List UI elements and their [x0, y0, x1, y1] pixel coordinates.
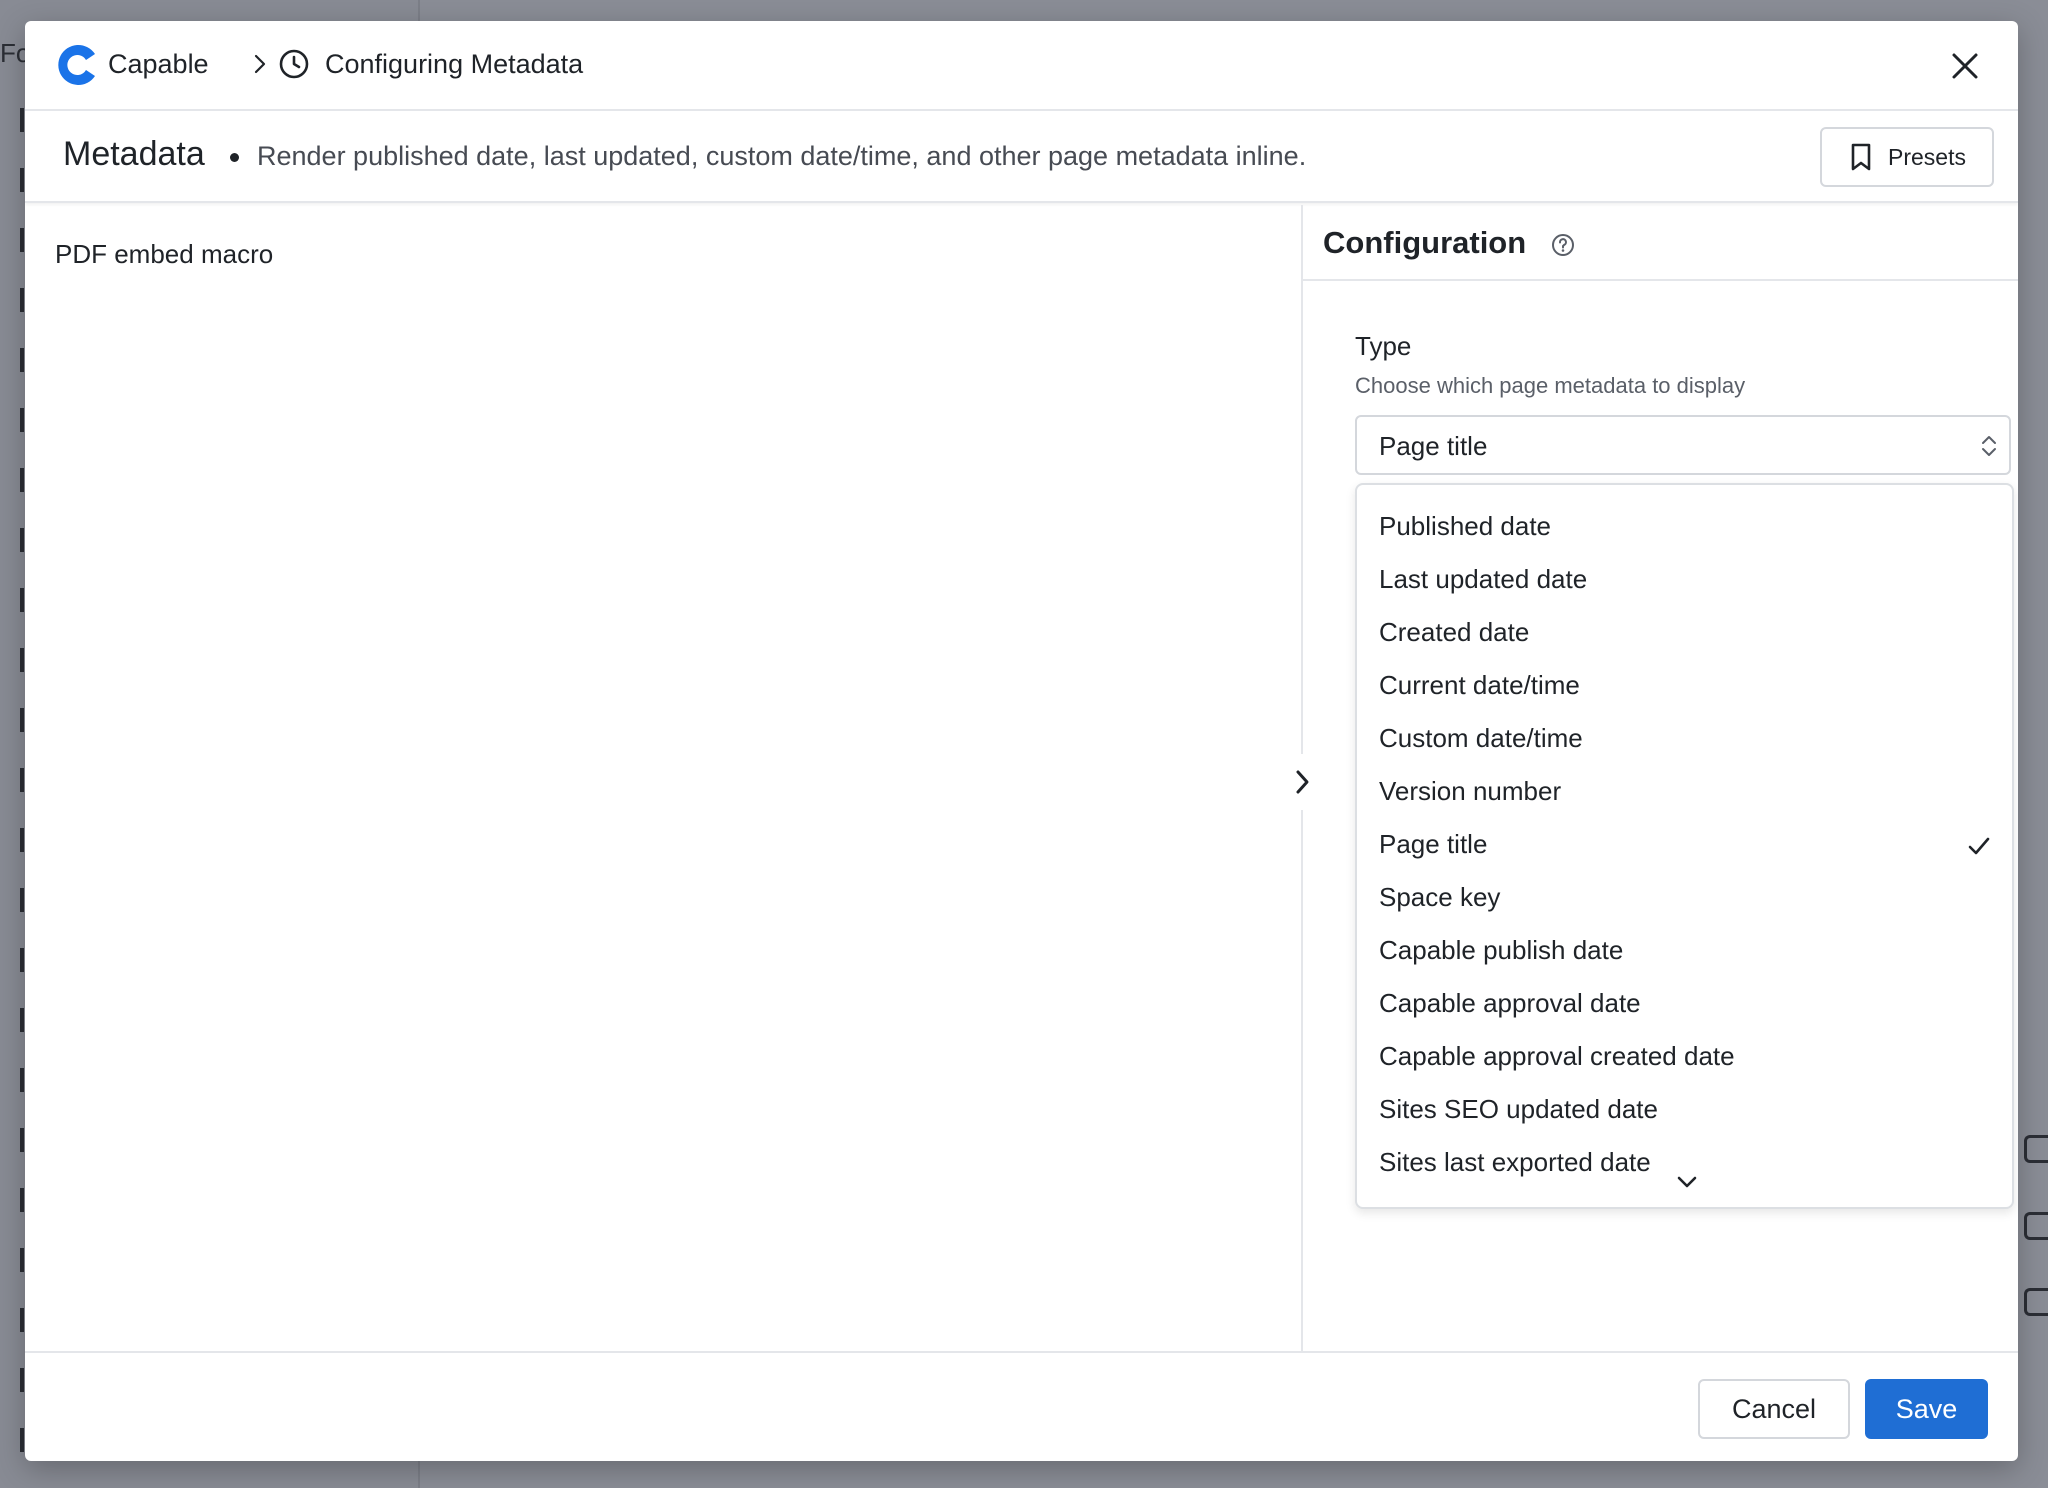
configuration-title: Configuration: [1323, 225, 1527, 260]
option-label: Current date/time: [1379, 670, 1580, 700]
presets-label: Presets: [1888, 143, 1966, 170]
background-marker: [20, 1068, 24, 1092]
background-right-toolbar: [2018, 0, 2048, 1488]
close-button[interactable]: [1942, 43, 1988, 89]
background-marker: [20, 408, 24, 432]
background-marker: [20, 468, 24, 492]
background-marker: [20, 348, 24, 372]
option-label: Version number: [1379, 776, 1562, 806]
cancel-button[interactable]: Cancel: [1698, 1379, 1850, 1439]
background-marker: [20, 1248, 24, 1272]
select-arrows-icon: [1982, 436, 1996, 456]
background-marker: [20, 588, 24, 612]
comment-icon: [2024, 1135, 2048, 1163]
option-page-title[interactable]: Page title: [1357, 819, 2012, 872]
option-label: Custom date/time: [1379, 723, 1583, 753]
background-marker: [20, 1428, 24, 1452]
breadcrumb-title: Configuring Metadata: [325, 49, 584, 79]
option-created-date[interactable]: Created date: [1357, 607, 2012, 660]
option-label: Sites SEO updated date: [1379, 1094, 1658, 1124]
chevron-right-icon: [254, 54, 266, 74]
type-field-label: Type: [1355, 331, 1412, 361]
configuration-panel: Configuration Type Choose which page met…: [1303, 205, 2018, 1351]
separator-dot: [230, 153, 239, 162]
background-marker: [20, 648, 24, 672]
type-options-dropdown: Published date Last updated date Created…: [1355, 483, 2014, 1209]
help-icon[interactable]: [1550, 232, 1576, 258]
chevron-down-icon[interactable]: [1675, 1173, 1699, 1191]
macro-config-dialog: Capable Configuring Metadata Metadata Re…: [25, 21, 2018, 1461]
background-marker: [20, 768, 24, 792]
option-space-key[interactable]: Space key: [1357, 872, 2012, 925]
option-label: Created date: [1379, 617, 1530, 647]
configuration-header: Configuration: [1303, 205, 2018, 281]
option-label: Published date: [1379, 511, 1552, 541]
dialog-footer: Cancel Save: [25, 1351, 2018, 1461]
option-version-number[interactable]: Version number: [1357, 766, 2012, 819]
option-published-date[interactable]: Published date: [1357, 501, 2012, 554]
close-icon: [1952, 53, 1978, 79]
app-name: Capable: [108, 49, 209, 79]
option-label: Last updated date: [1379, 564, 1588, 594]
background-marker: [20, 108, 24, 132]
type-field-help: Choose which page metadata to display: [1355, 373, 1746, 398]
background-marker: [20, 228, 24, 252]
dialog-topbar: Capable Configuring Metadata: [25, 21, 2018, 111]
background-marker: [20, 888, 24, 912]
option-current-date-time[interactable]: Current date/time: [1357, 660, 2012, 713]
option-label: Capable approval date: [1379, 988, 1641, 1018]
macro-header: Metadata Render published date, last upd…: [25, 111, 2018, 203]
square-icon: [2024, 1288, 2048, 1316]
preview-text: PDF embed macro: [55, 239, 274, 269]
background-marker: [20, 948, 24, 972]
background-marker: [20, 1188, 24, 1212]
save-button[interactable]: Save: [1865, 1379, 1988, 1439]
bookmark-icon: [1851, 143, 1871, 171]
option-last-updated-date[interactable]: Last updated date: [1357, 554, 2012, 607]
option-capable-publish-date[interactable]: Capable publish date: [1357, 925, 2012, 978]
background-marker: [20, 1008, 24, 1032]
background-marker: [20, 528, 24, 552]
info-icon: [2024, 1212, 2048, 1240]
check-icon: [1968, 837, 1990, 855]
option-capable-approval-date[interactable]: Capable approval date: [1357, 978, 2012, 1031]
background-marker: [20, 708, 24, 732]
background-marker: [20, 1308, 24, 1332]
option-label: Capable publish date: [1379, 935, 1624, 965]
background-marker: [20, 288, 24, 312]
background-marker: [20, 1128, 24, 1152]
type-select[interactable]: Page title: [1355, 415, 2011, 475]
option-label: Sites last exported date: [1379, 1147, 1651, 1177]
presets-button[interactable]: Presets: [1820, 127, 1994, 187]
option-capable-approval-created-date[interactable]: Capable approval created date: [1357, 1031, 2012, 1084]
type-select-value: Page title: [1379, 431, 1488, 461]
background-marker: [20, 168, 24, 192]
option-label: Page title: [1379, 829, 1488, 859]
option-label: Capable approval created date: [1379, 1041, 1735, 1071]
background-marker: [20, 828, 24, 852]
macro-title: Metadata: [63, 135, 205, 173]
option-sites-seo-updated-date[interactable]: Sites SEO updated date: [1357, 1084, 2012, 1137]
capable-logo-icon: [58, 44, 95, 85]
macro-preview-pane: PDF embed macro: [25, 205, 1301, 1351]
option-label: Space key: [1379, 882, 1501, 912]
clock-icon: [279, 49, 309, 79]
background-marker: [20, 1368, 24, 1392]
macro-description: Render published date, last updated, cus…: [257, 141, 1307, 171]
option-custom-date-time[interactable]: Custom date/time: [1357, 713, 2012, 766]
